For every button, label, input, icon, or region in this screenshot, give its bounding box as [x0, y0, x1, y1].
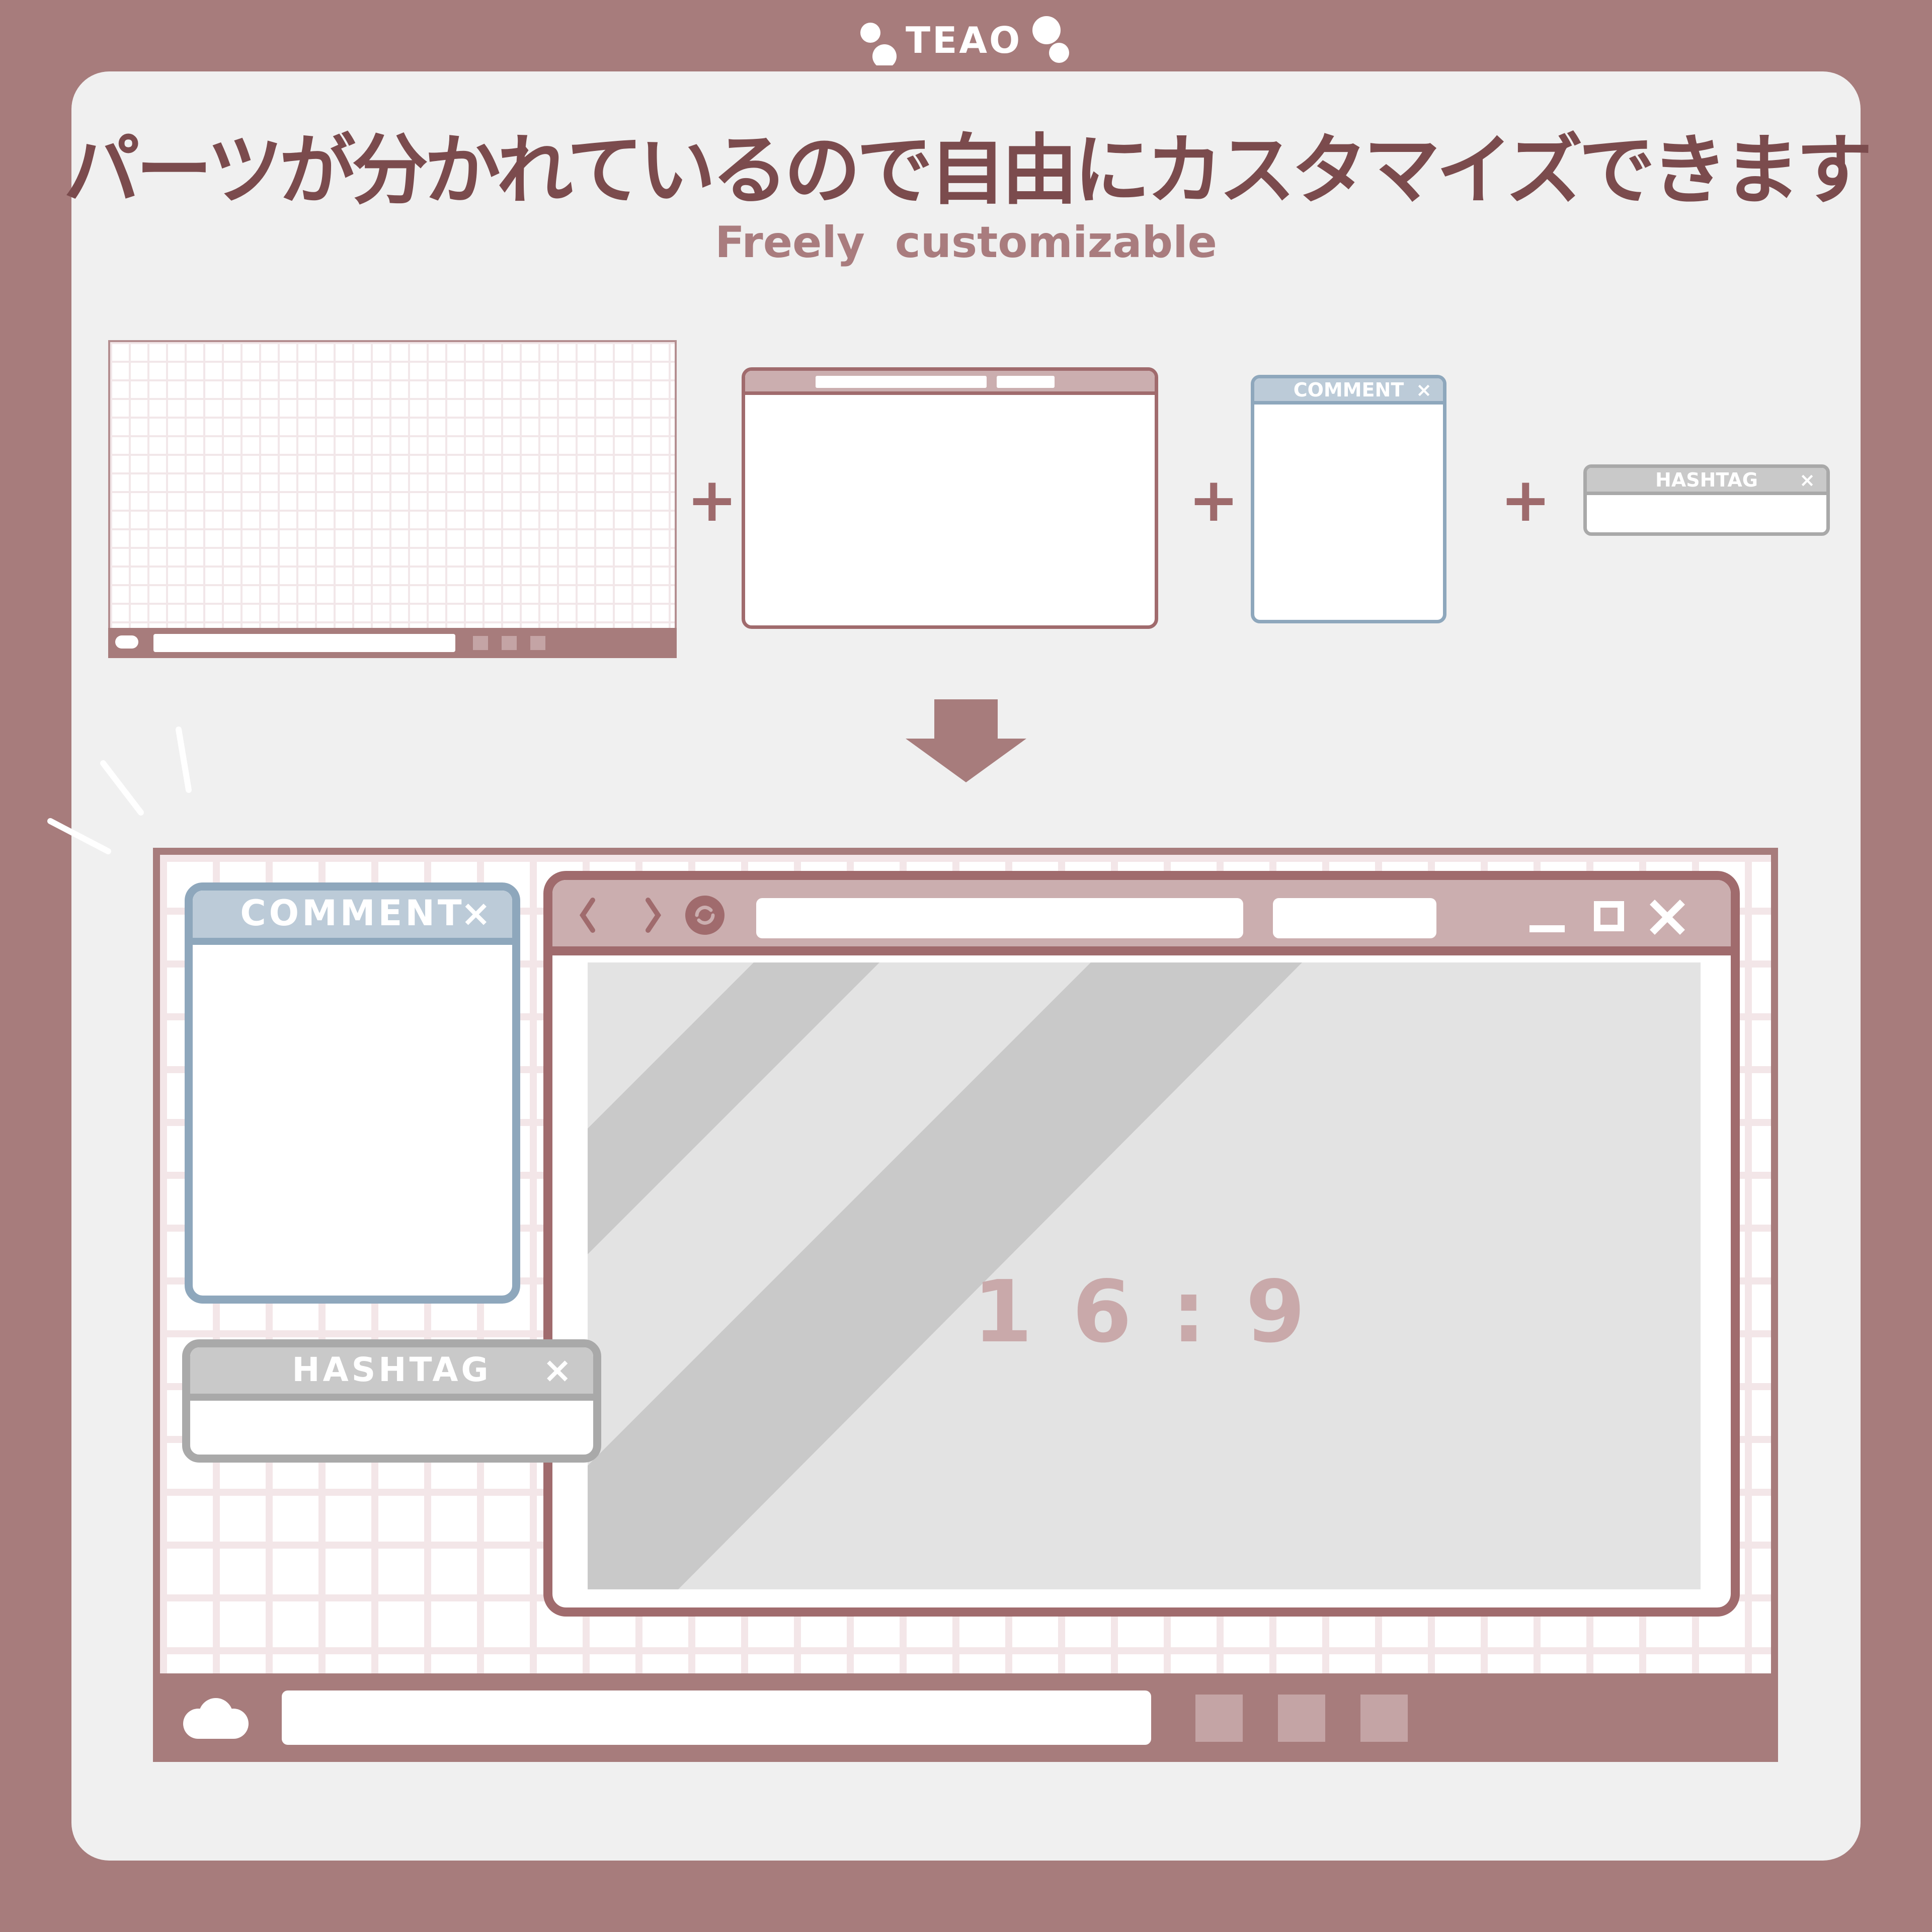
taskbar-button[interactable]: [1360, 1695, 1408, 1742]
part-browser-titlebar: [745, 371, 1155, 395]
cloud-icon: [115, 635, 138, 649]
comment-label: COMMENT: [240, 893, 465, 934]
address-bar: [816, 376, 987, 388]
search-bar: [997, 376, 1055, 388]
part-taskbar-input: [153, 634, 455, 652]
close-icon[interactable]: [1649, 899, 1685, 935]
taskbar-square: [530, 636, 545, 650]
address-bar[interactable]: [756, 898, 1243, 938]
cloud-icon: [183, 1698, 249, 1739]
arrow-down-icon: [906, 699, 1026, 782]
part-background-grid: [108, 340, 677, 658]
taskbar-square: [502, 636, 517, 650]
minimize-icon[interactable]: [1530, 925, 1565, 932]
browser-titlebar: [552, 880, 1731, 955]
hashtag-header: HASHTAG ×: [190, 1347, 593, 1401]
close-icon[interactable]: ×: [461, 891, 494, 936]
comment-header: COMMENT ×: [193, 891, 512, 945]
hashtag-label: HASHTAG: [292, 1350, 492, 1389]
hashtag-label: HASHTAG: [1655, 469, 1758, 491]
part-comment-window: COMMENT ×: [1251, 375, 1446, 623]
part-browser-window: [742, 367, 1158, 629]
taskbar-button[interactable]: [1278, 1695, 1325, 1742]
taskbar-button[interactable]: [1195, 1695, 1243, 1742]
sparkle-lines-icon: [47, 727, 192, 854]
part-comment-header: COMMENT ×: [1254, 378, 1443, 405]
taskbar-square: [473, 636, 488, 650]
close-icon: ×: [1416, 379, 1432, 401]
close-icon: ×: [1799, 469, 1815, 491]
part-hashtag-window: HASHTAG ×: [1583, 464, 1830, 536]
logo-text: TEAO: [906, 19, 1022, 61]
taskbar-search-input[interactable]: [282, 1691, 1151, 1745]
plus-sign: +: [1500, 465, 1551, 535]
maximize-icon[interactable]: [1594, 901, 1624, 931]
comment-window: COMMENT ×: [185, 882, 520, 1304]
preview-taskbar: [153, 1673, 1778, 1762]
page-subtitle: Freely customizable: [715, 217, 1217, 268]
page-title: パーツが分かれているので自由にカスタマイズできます: [63, 126, 1873, 215]
comment-label: COMMENT: [1293, 379, 1404, 401]
part-taskbar: [108, 628, 677, 658]
plus-sign: +: [687, 465, 738, 535]
plus-sign: +: [1188, 465, 1239, 535]
part-hashtag-header: HASHTAG ×: [1587, 468, 1826, 495]
hashtag-window: HASHTAG ×: [182, 1339, 601, 1463]
close-icon[interactable]: ×: [542, 1347, 575, 1393]
search-bar[interactable]: [1273, 898, 1436, 938]
forward-icon: [646, 898, 662, 933]
aspect-ratio-label: 1 6 : 9: [973, 1262, 1311, 1362]
browser-window: 1 6 : 9: [543, 871, 1740, 1617]
nav-icons: [579, 896, 725, 935]
back-icon: [579, 898, 595, 933]
